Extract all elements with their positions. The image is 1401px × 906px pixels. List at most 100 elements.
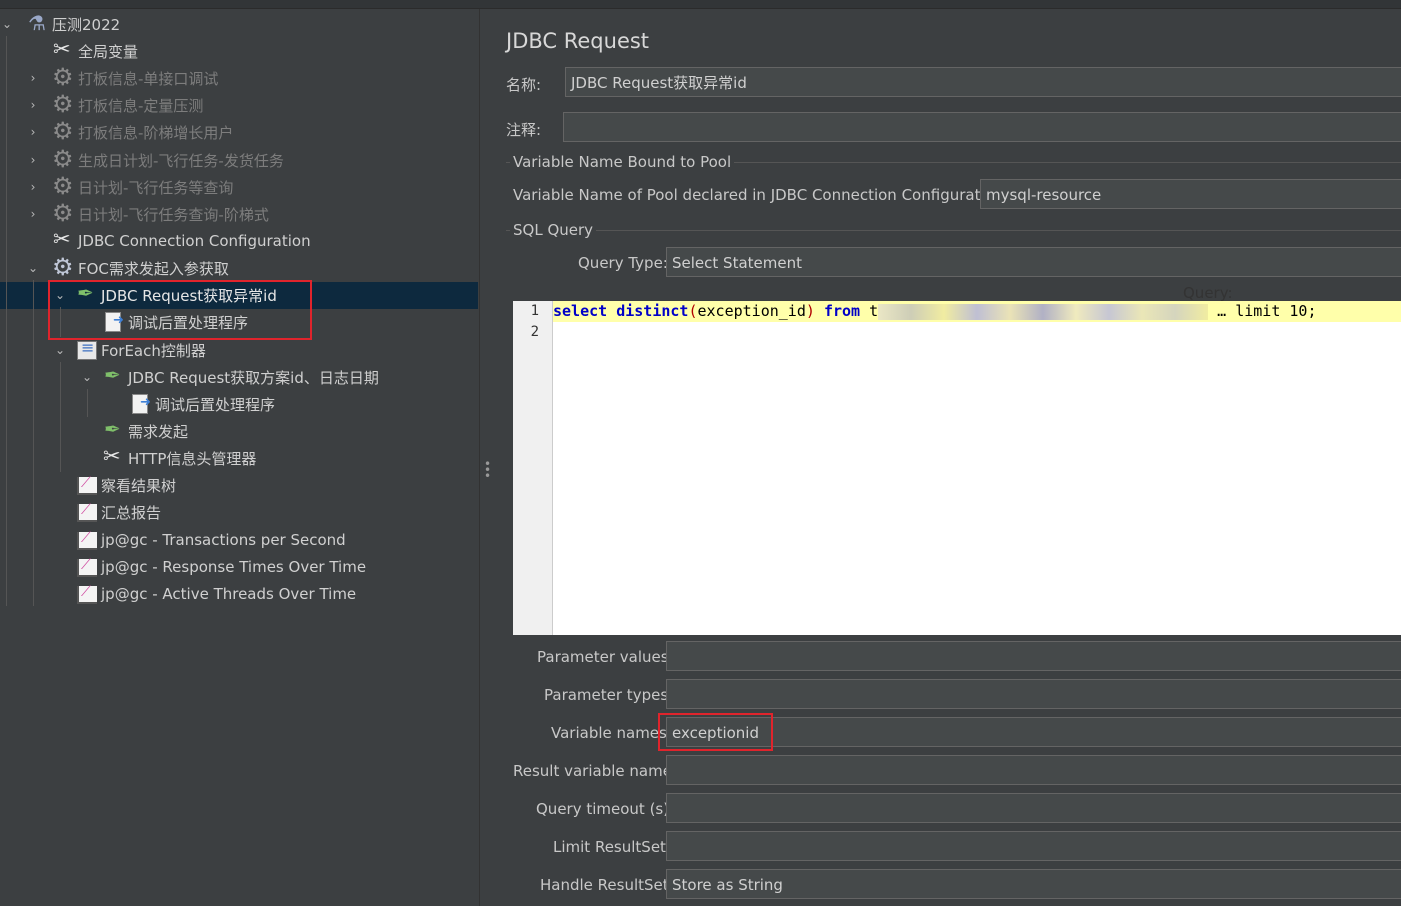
name-label: 名称: xyxy=(506,76,542,94)
sql-keyword: select xyxy=(553,302,608,320)
sql-section-title: SQL Query xyxy=(510,221,597,239)
expand-arrow-icon[interactable]: ⌄ xyxy=(0,17,14,31)
postprocessor-icon xyxy=(129,393,151,415)
flask-icon xyxy=(26,11,48,35)
graph-icon xyxy=(75,556,97,578)
pool-section-title: Variable Name Bound to Pool xyxy=(510,153,735,171)
gear-icon xyxy=(52,117,74,145)
foreach-icon xyxy=(75,338,97,361)
tree-item-label: JDBC Request获取方案id、日志日期 xyxy=(128,368,379,387)
graph-icon xyxy=(75,501,97,523)
splitter-handle-icon[interactable]: • • • xyxy=(484,458,491,482)
tree-item-jdbc-config[interactable]: JDBC Connection Configuration xyxy=(26,227,311,254)
graph-icon xyxy=(75,474,97,496)
param-values-label: Parameter values: xyxy=(537,648,674,666)
sql-code-line: select distinct(exception_id) from t … l… xyxy=(553,302,1317,320)
panel-splitter[interactable]: • • • xyxy=(479,9,492,906)
tree-item-thread-group-foc[interactable]: ⌄ FOC需求发起入参获取 xyxy=(26,253,229,281)
tree-item-listener[interactable]: 汇总报告 xyxy=(53,499,161,525)
sql-tail: … limit 10; xyxy=(1217,302,1317,320)
sql-keyword: distinct xyxy=(616,302,689,320)
graph-icon xyxy=(75,529,97,551)
collapse-arrow-icon[interactable]: ⌄ xyxy=(53,343,67,357)
handle-resultset-label: Handle ResultSet: xyxy=(540,876,674,894)
tree-item-thread-group[interactable]: › 打板信息-阶梯增长用户 xyxy=(26,117,234,145)
tree-item-thread-group[interactable]: › 日计划-飞行任务等查询 xyxy=(26,172,234,200)
panel-title: JDBC Request xyxy=(506,29,650,53)
tree-item-label: FOC需求发起入参获取 xyxy=(78,259,229,278)
tree-item-thread-group[interactable]: › 打板信息-单接口调试 xyxy=(26,63,219,91)
result-variable-field[interactable] xyxy=(666,755,1401,785)
tools-icon xyxy=(52,37,74,62)
query-timeout-field[interactable] xyxy=(666,793,1401,823)
sql-keyword: from xyxy=(823,302,861,320)
gear-icon xyxy=(52,253,74,281)
query-type-select[interactable]: Select Statement xyxy=(666,247,1401,277)
sql-paren: ) xyxy=(805,302,815,320)
query-editor[interactable]: 1 2 select distinct(exception_id) from t… xyxy=(513,301,1401,635)
tree-item-foreach[interactable]: ⌄ ForEach控制器 xyxy=(53,337,206,363)
name-field[interactable]: JDBC Request获取异常id xyxy=(565,67,1401,97)
variable-names-field[interactable]: exceptionid xyxy=(666,717,1401,747)
tree-item-label: 打板信息-阶梯增长用户 xyxy=(78,123,234,142)
query-timeout-label: Query timeout (s): xyxy=(536,800,675,818)
query-type-label: Query Type: xyxy=(578,254,668,272)
tree-item-http-sampler[interactable]: 需求发起 xyxy=(80,417,189,444)
tree-item-listener[interactable]: jp@gc - Active Threads Over Time xyxy=(53,581,356,607)
pool-name-field[interactable]: mysql-resource xyxy=(980,179,1401,209)
tree-item-debug-postprocessor[interactable]: 调试后置处理程序 xyxy=(107,391,275,417)
tree-item-listener[interactable]: jp@gc - Response Times Over Time xyxy=(53,554,366,580)
expand-arrow-icon[interactable]: › xyxy=(26,207,40,221)
comment-label: 注释: xyxy=(506,121,542,139)
tree-item-thread-group[interactable]: › 打板信息-定量压测 xyxy=(26,90,204,118)
collapse-arrow-icon[interactable]: ⌄ xyxy=(26,261,40,275)
line-number-gutter: 1 2 xyxy=(513,301,553,635)
pool-label: Variable Name of Pool declared in JDBC C… xyxy=(513,186,1009,204)
tree-item-listener[interactable]: jp@gc - Transactions per Second xyxy=(53,527,346,553)
expand-arrow-icon[interactable]: › xyxy=(26,180,40,194)
tree-guide-line xyxy=(6,36,7,606)
tree-item-label: HTTP信息头管理器 xyxy=(128,449,257,468)
tree-item-label: jp@gc - Transactions per Second xyxy=(101,531,346,549)
tree-item-label: JDBC Connection Configuration xyxy=(78,232,311,250)
result-variable-label: Result variable name: xyxy=(513,762,677,780)
tree-guide-line xyxy=(87,389,88,417)
tree-guide-line xyxy=(60,362,61,472)
expand-arrow-icon[interactable]: › xyxy=(26,125,40,139)
tree-item-label: 察看结果树 xyxy=(101,476,177,495)
gear-icon xyxy=(52,90,74,118)
tree-item-thread-group[interactable]: › 日计划-飞行任务查询-阶梯式 xyxy=(26,199,269,227)
query-label: Query: xyxy=(1183,284,1233,302)
gear-icon xyxy=(52,63,74,91)
handle-resultset-select[interactable]: Store as String xyxy=(666,869,1401,899)
expand-arrow-icon[interactable]: › xyxy=(26,153,40,167)
comment-field[interactable] xyxy=(563,112,1401,142)
param-types-label: Parameter types: xyxy=(544,686,674,704)
tree-item-global-vars[interactable]: 全局变量 xyxy=(26,37,138,64)
tree-item-label: 日计划-飞行任务查询-阶梯式 xyxy=(78,205,269,224)
tree-item-label: 日计划-飞行任务等查询 xyxy=(78,178,234,197)
tree-item-listener[interactable]: 察看结果树 xyxy=(53,472,176,498)
param-types-field[interactable] xyxy=(666,679,1401,709)
tree-item-thread-group[interactable]: › 生成日计划-飞行任务-发货任务 xyxy=(26,145,284,173)
tree-item-test-plan[interactable]: ⌄ 压测2022 xyxy=(0,11,120,37)
param-values-field[interactable] xyxy=(666,641,1401,671)
tools-icon xyxy=(52,227,74,252)
highlight-box xyxy=(48,280,312,340)
collapse-arrow-icon[interactable]: ⌄ xyxy=(80,370,94,384)
tree-item-header-manager[interactable]: HTTP信息头管理器 xyxy=(80,444,257,471)
tree-item-label: jp@gc - Active Threads Over Time xyxy=(101,585,357,603)
limit-resultset-field[interactable] xyxy=(666,831,1401,861)
sampler-icon xyxy=(102,417,124,442)
tree-item-jdbc-request[interactable]: ⌄ JDBC Request获取方案id、日志日期 xyxy=(80,363,379,390)
sql-table: t xyxy=(869,302,879,320)
expand-arrow-icon[interactable]: › xyxy=(26,71,40,85)
tree-item-label: ForEach控制器 xyxy=(101,341,206,360)
line-number: 1 xyxy=(530,303,539,319)
variable-names-label: Variable names: xyxy=(551,724,672,742)
expand-arrow-icon[interactable]: › xyxy=(26,98,40,112)
tree-item-label: 需求发起 xyxy=(128,422,189,441)
tree-item-label: jp@gc - Response Times Over Time xyxy=(101,558,367,576)
tools-icon xyxy=(102,444,124,469)
toolbar xyxy=(0,0,1401,9)
